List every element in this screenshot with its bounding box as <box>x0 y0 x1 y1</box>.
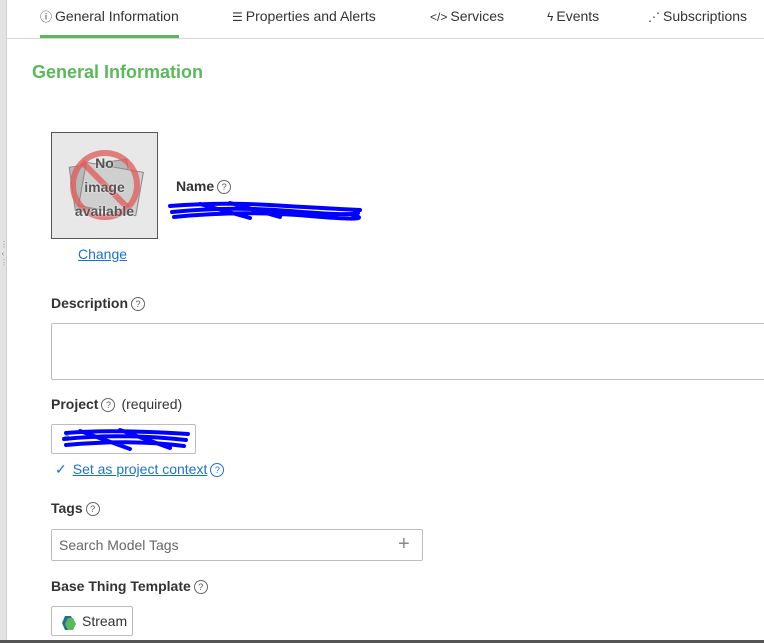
search-model-tags-input[interactable] <box>51 529 423 561</box>
help-icon[interactable]: ? <box>193 580 208 594</box>
list-icon: ☰ <box>232 10 243 24</box>
description-field[interactable] <box>51 323 764 380</box>
resize-handle[interactable]: ⋮ ‹ ⋮ <box>0 240 8 294</box>
set-project-context-link[interactable]: Set as project context <box>73 461 208 477</box>
name-label: Name? <box>176 178 232 194</box>
info-circle-icon: ⓘ <box>40 10 53 24</box>
redaction-scribble <box>62 428 190 451</box>
code-icon: </> <box>430 10 448 24</box>
name-value-redacted <box>160 200 362 222</box>
change-image-link[interactable]: Change <box>78 246 127 262</box>
required-label: (required) <box>121 396 183 412</box>
check-icon: ✓ <box>55 461 67 477</box>
section-title: General Information <box>32 62 204 82</box>
base-thing-template-label: Base Thing Template? <box>51 578 208 594</box>
base-thing-template-button[interactable]: Stream <box>51 606 133 636</box>
description-label: Description? <box>51 295 146 311</box>
bolt-icon: ϟ <box>547 10 554 24</box>
tab-bar: ⓘ General Information ☰ Properties and Ale… <box>6 0 764 39</box>
help-icon[interactable]: ? <box>101 398 116 412</box>
project-picker[interactable] <box>51 424 196 454</box>
project-label: Project? (required) <box>51 396 183 412</box>
help-icon[interactable]: ? <box>131 297 146 311</box>
no-image-text: No image available <box>74 155 135 219</box>
tags-label: Tags? <box>51 500 100 516</box>
rss-icon: ⋰ <box>648 10 660 24</box>
tab-general-information[interactable]: ⓘ General Information <box>40 0 179 38</box>
tab-events[interactable]: ϟ Events <box>547 0 599 38</box>
help-icon[interactable]: ? <box>210 463 225 477</box>
tab-services[interactable]: </> Services <box>430 0 504 38</box>
help-icon[interactable]: ? <box>217 180 232 194</box>
set-project-context-row: ✓ Set as project context? <box>55 461 225 478</box>
thing-template-icon <box>62 616 76 630</box>
template-name: Stream <box>82 613 128 629</box>
left-rail: ⋮ ‹ ⋮ <box>0 0 8 643</box>
thing-image: No image available <box>51 132 158 239</box>
add-tag-icon[interactable]: + <box>398 533 410 555</box>
redaction-scribble <box>168 201 362 221</box>
tab-properties-and-alerts[interactable]: ☰ Properties and Alerts <box>232 0 376 38</box>
tab-subscriptions[interactable]: ⋰ Subscriptions <box>648 0 747 38</box>
help-icon[interactable]: ? <box>85 502 100 516</box>
